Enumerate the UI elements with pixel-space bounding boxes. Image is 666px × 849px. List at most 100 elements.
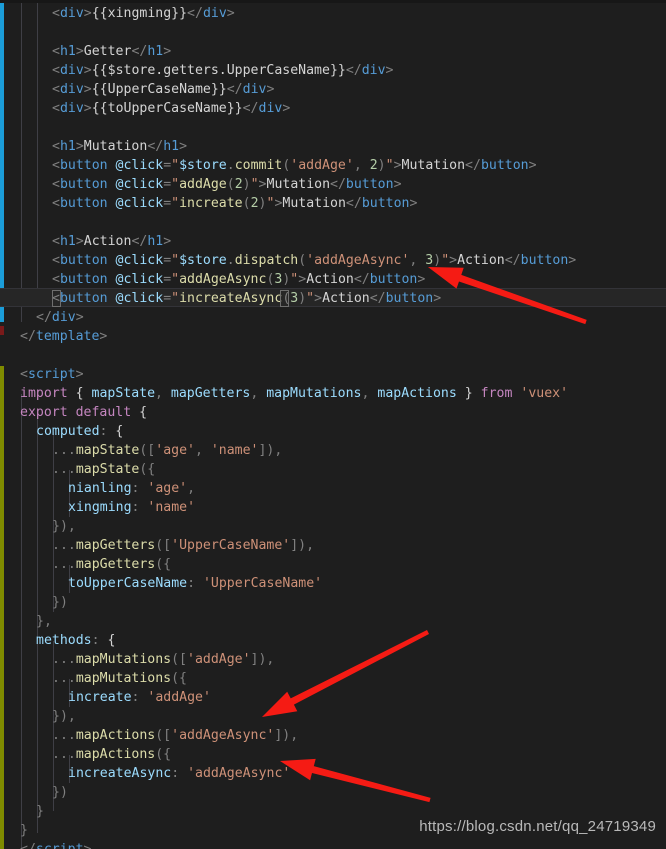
code-token: div <box>51 310 76 325</box>
code-line[interactable]: <button @click="addAge(2)">Mutation</but… <box>0 175 666 194</box>
code-line[interactable]: <div>{{$store.getters.UpperCaseName}}</d… <box>0 61 666 80</box>
code-token: increateAsync <box>179 291 283 306</box>
code-line[interactable]: ...mapMutations(['addAge']), <box>0 650 666 669</box>
code-line[interactable]: </div> <box>0 308 666 327</box>
code-token: </ <box>226 82 243 97</box>
code-line[interactable]: ...mapGetters(['UpperCaseName']), <box>0 536 666 555</box>
code-token: 'addAgeAsync' <box>306 253 410 268</box>
code-line[interactable]: increate: 'addAge' <box>0 688 666 707</box>
code-token: }, <box>36 614 52 629</box>
code-token: increate <box>179 196 243 211</box>
code-line[interactable] <box>0 346 666 365</box>
code-line[interactable]: ...mapState({ <box>0 460 666 479</box>
code-token: $store <box>179 253 227 268</box>
code-line-text: ...mapState(['age', 'name']), <box>52 441 282 460</box>
code-line[interactable]: <script> <box>0 365 666 384</box>
watermark-url: https://blog.csdn.net/qq_24719349 <box>419 818 656 835</box>
code-token: @click <box>115 291 164 306</box>
code-line[interactable]: <button @click="increateAsync(3)">Action… <box>0 289 666 308</box>
code-content[interactable]: <div>{{xingming}}</div> <h1>Getter</h1> <d… <box>0 0 666 849</box>
code-line[interactable]: toUpperCaseName: 'UpperCaseName' <box>0 574 666 593</box>
code-token: ({ <box>171 671 187 686</box>
code-token: > <box>75 139 84 154</box>
code-line[interactable]: <h1>Mutation</h1> <box>0 137 666 156</box>
code-token: > <box>179 139 188 154</box>
code-line[interactable]: ...mapGetters({ <box>0 555 666 574</box>
code-line[interactable]: import { mapState, mapGetters, mapMutati… <box>0 384 666 403</box>
code-line[interactable]: <button @click="$store.dispatch('addAgeA… <box>0 251 666 270</box>
code-token: {{ <box>91 6 108 21</box>
code-token: h1 <box>59 234 76 249</box>
code-token: </ <box>353 272 370 287</box>
code-line-text: }) <box>52 593 68 612</box>
code-line-text: <button @click="increateAsync(3)">Action… <box>52 289 441 308</box>
code-token: Action <box>322 291 370 306</box>
code-token: < <box>20 367 28 382</box>
code-line[interactable]: <div>{{xingming}}</div> <box>0 4 666 23</box>
code-line[interactable]: <button @click="increate(2)">Mutation</b… <box>0 194 666 213</box>
code-token: toUpperCaseName <box>68 576 188 591</box>
code-line[interactable]: }, <box>0 612 666 631</box>
code-token: ... <box>52 728 76 743</box>
code-line[interactable]: </script> <box>0 840 666 849</box>
code-token: script <box>27 367 76 382</box>
code-line[interactable]: export default { <box>0 403 666 422</box>
code-line[interactable]: computed: { <box>0 422 666 441</box>
code-line[interactable]: nianling: 'age', <box>0 479 666 498</box>
code-line-text: <div>{{xingming}}</div> <box>52 4 235 23</box>
code-line[interactable]: <button @click="$store.commit('addAge', … <box>0 156 666 175</box>
code-token: mapMutations <box>266 386 362 401</box>
code-token: : <box>187 576 203 591</box>
code-line[interactable]: <div>{{UpperCaseName}}</div> <box>0 80 666 99</box>
code-token: ]), <box>274 728 299 743</box>
code-line[interactable]: <button @click="addAgeAsync(3)">Action</… <box>0 270 666 289</box>
code-line[interactable]: increateAsync: 'addAgeAsync' <box>0 764 666 783</box>
code-line[interactable]: xingming: 'name' <box>0 498 666 517</box>
code-token: . <box>226 158 235 173</box>
code-line[interactable]: }) <box>0 593 666 612</box>
code-line[interactable] <box>0 213 666 232</box>
code-line-text: <h1>Getter</h1> <box>52 42 171 61</box>
code-token: Getter <box>83 44 132 59</box>
code-token: computed <box>36 424 100 439</box>
code-line-text: <h1>Action</h1> <box>52 232 171 251</box>
code-token: ]), <box>290 538 315 553</box>
code-line[interactable]: methods: { <box>0 631 666 650</box>
code-token: 'UpperCaseName' <box>202 576 323 591</box>
code-token: , <box>187 481 196 496</box>
code-token: toUpperCaseName <box>107 101 227 116</box>
code-token: </ <box>345 63 362 78</box>
code-token: @click <box>115 177 164 192</box>
code-token: template <box>35 329 100 344</box>
code-line[interactable]: </template> <box>0 327 666 346</box>
code-line[interactable]: ...mapActions(['addAgeAsync']), <box>0 726 666 745</box>
code-token: 'addAgeAsync' <box>187 766 291 781</box>
code-token: " <box>171 272 180 287</box>
code-line[interactable]: }), <box>0 707 666 726</box>
code-token: ([ <box>139 443 156 458</box>
code-line[interactable]: }), <box>0 517 666 536</box>
code-token: button <box>385 291 434 306</box>
code-token: default <box>75 405 132 420</box>
code-token: > <box>393 158 402 173</box>
code-line[interactable]: <h1>Getter</h1> <box>0 42 666 61</box>
code-token: div <box>242 82 267 97</box>
code-token: : <box>131 500 148 515</box>
code-line[interactable] <box>0 23 666 42</box>
code-token: button <box>480 158 529 173</box>
code-token: > <box>83 6 92 21</box>
code-line[interactable]: ...mapActions({ <box>0 745 666 764</box>
code-line[interactable]: ...mapMutations({ <box>0 669 666 688</box>
code-token: > <box>298 272 307 287</box>
code-line[interactable]: <div>{{toUpperCaseName}}</div> <box>0 99 666 118</box>
code-token: < <box>52 253 60 268</box>
code-line[interactable]: }) <box>0 783 666 802</box>
code-line[interactable] <box>0 118 666 137</box>
code-token: increateAsync <box>68 766 172 781</box>
code-token: @click <box>115 272 164 287</box>
code-line[interactable]: ...mapState(['age', 'name']), <box>0 441 666 460</box>
code-token: addAgeAsync <box>179 272 267 287</box>
code-line[interactable]: <h1>Action</h1> <box>0 232 666 251</box>
code-token: $store <box>179 158 227 173</box>
